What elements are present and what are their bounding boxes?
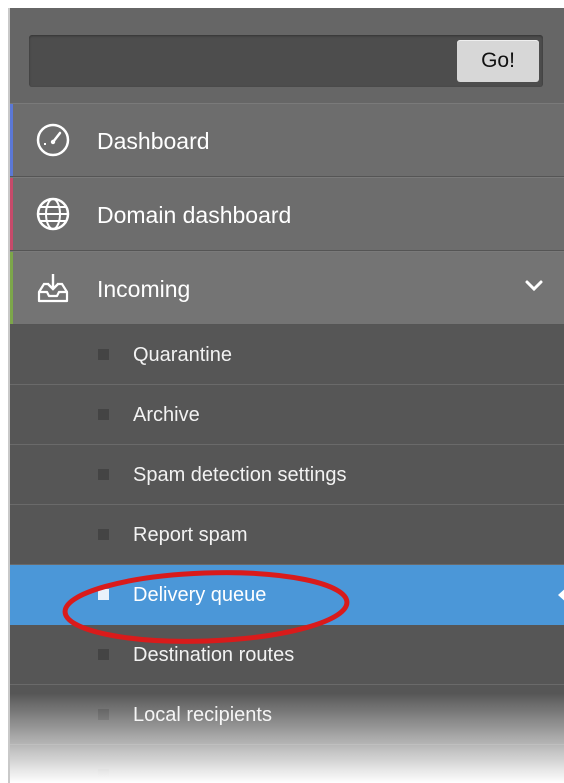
menu-item-incoming[interactable]: Incoming xyxy=(10,251,564,325)
submenu-item-delivery-queue[interactable]: Delivery queue xyxy=(10,565,564,625)
search-input[interactable]: Go! xyxy=(29,35,543,87)
globe-icon xyxy=(36,197,70,231)
submenu-item-spam-detection-settings[interactable]: Spam detection settings xyxy=(10,445,564,505)
menu-item-dashboard[interactable]: Dashboard xyxy=(10,103,564,177)
bullet-square-icon xyxy=(98,649,109,660)
submenu-item-archive[interactable]: Archive xyxy=(10,385,564,445)
submenu-item-label: Spam detection settings xyxy=(133,464,347,486)
bullet-square-icon xyxy=(98,709,109,720)
submenu-item-quarantine[interactable]: Quarantine xyxy=(10,325,564,385)
submenu-item-label: Local recipients xyxy=(133,704,272,726)
inbox-download-icon xyxy=(37,274,69,303)
submenu-item-partial[interactable] xyxy=(10,745,564,783)
menu-item-domain-dashboard[interactable]: Domain dashboard xyxy=(10,177,564,251)
dashboard-gauge-icon xyxy=(36,123,70,157)
bullet-square-icon xyxy=(98,469,109,480)
go-button[interactable]: Go! xyxy=(457,40,539,82)
bullet-square-icon xyxy=(98,589,109,600)
submenu-item-report-spam[interactable]: Report spam xyxy=(10,505,564,565)
menu-item-accent xyxy=(10,252,13,324)
menu-item-label: Incoming xyxy=(97,276,191,302)
submenu-item-label: Destination routes xyxy=(133,644,295,666)
menu-item-label: Dashboard xyxy=(97,128,210,154)
submenu-item-label: Report spam xyxy=(133,524,248,546)
sidebar: Go! Dashboard Domain dashboard Incoming … xyxy=(8,8,564,783)
menu-item-accent xyxy=(10,104,13,176)
submenu-item-label: Quarantine xyxy=(133,344,232,366)
submenu-item-local-recipients[interactable]: Local recipients xyxy=(10,685,564,745)
bullet-square-icon xyxy=(98,409,109,420)
bullet-square-icon xyxy=(98,529,109,540)
bullet-square-icon xyxy=(98,349,109,360)
submenu-item-destination-routes[interactable]: Destination routes xyxy=(10,625,564,685)
submenu-item-label: Delivery queue xyxy=(133,584,267,606)
bullet-square-icon xyxy=(98,769,109,780)
search-bar: Go! xyxy=(10,8,564,103)
active-indicator-arrow xyxy=(558,586,564,604)
submenu-item-label: Archive xyxy=(133,404,200,426)
chevron-down-icon[interactable] xyxy=(524,276,544,296)
menu-item-label: Domain dashboard xyxy=(97,202,292,228)
menu-item-accent xyxy=(10,178,13,250)
